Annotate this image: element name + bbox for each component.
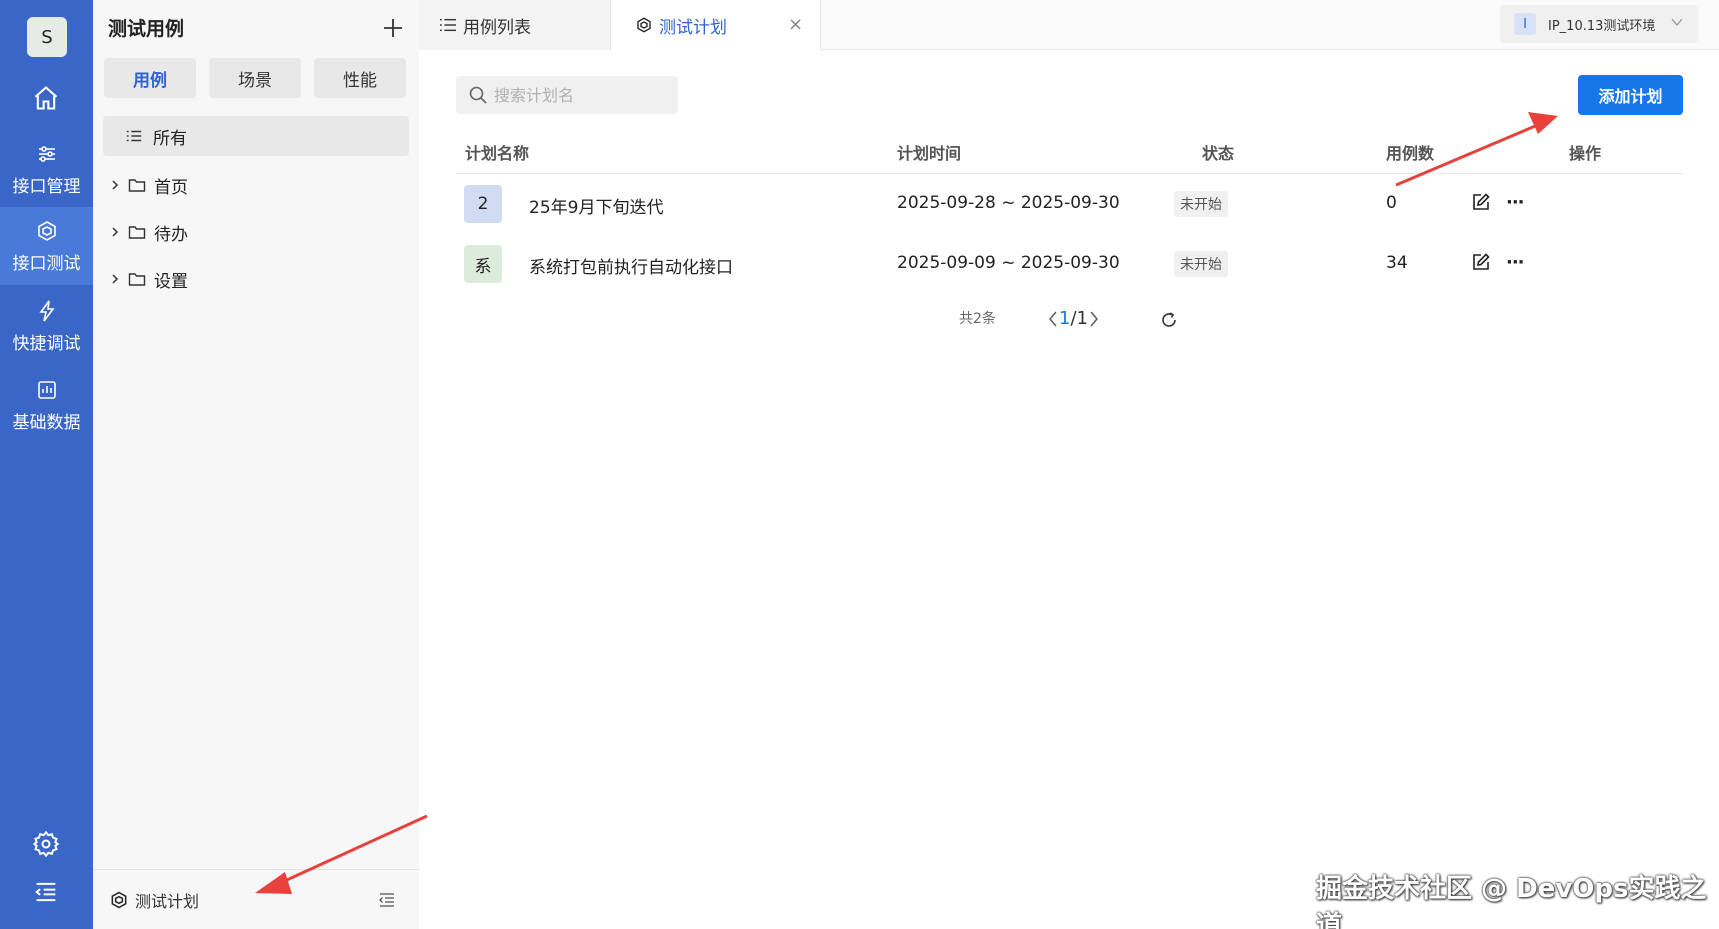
test-plan-entry[interactable]: 测试计划 [93,869,419,929]
case-tree-panel: 测试用例 用例 场景 性能 所有 首页 待办 设置 测试计划 [93,0,419,929]
segment-cases[interactable]: 用例 [104,58,196,98]
nav-api-management[interactable]: 接口管理 [0,130,93,208]
chevron-down-icon [1671,18,1683,27]
avatar[interactable]: S [27,17,67,57]
chevron-right-icon[interactable] [110,272,120,286]
segment-scenes[interactable]: 场景 [209,58,301,98]
tree-folder[interactable]: 待办 [110,217,188,247]
pager-current: 1 [1059,308,1071,329]
segment-performance[interactable]: 性能 [314,58,406,98]
column-header: 计划时间 [897,144,962,163]
sliders-icon [38,145,55,162]
tab-label: 用例列表 [463,17,531,38]
tree-folder-label: 首页 [154,177,188,198]
home-icon[interactable] [32,84,60,112]
table-row[interactable]: 系 系统打包前执行自动化接口 2025-09-09 ~ 2025-09-30 未… [456,235,1683,293]
plan-badge: 系 [464,245,502,283]
tree-item-label: 所有 [153,128,187,149]
nav-rail: S 接口管理 接口测试 快捷调试 基础数据 [0,0,93,929]
plan-time: 2025-09-28 ~ 2025-09-30 [897,193,1120,213]
plan-time: 2025-09-09 ~ 2025-09-30 [897,253,1120,273]
table-row[interactable]: 2 25年9月下旬迭代 2025-09-28 ~ 2025-09-30 未开始 … [456,175,1683,233]
env-label: IP_10.13测试环境 [1548,18,1656,34]
nav-quick-debug[interactable]: 快捷调试 [0,287,93,365]
watermark: 掘金技术社区 @ DevOps实践之道 [1316,874,1707,929]
chevron-left-icon[interactable] [1047,310,1059,328]
plus-icon[interactable] [381,16,405,40]
chart-icon [37,380,56,399]
search-icon [469,86,487,104]
refresh-icon[interactable] [1160,311,1178,329]
test-plan-label: 测试计划 [135,891,200,911]
tab-label: 测试计划 [659,17,727,38]
tree-folder[interactable]: 首页 [110,170,188,200]
nav-base-data[interactable]: 基础数据 [0,366,93,444]
divider [456,173,1683,174]
nav-api-testing[interactable]: 接口测试 [0,207,93,285]
pager: 1 / 1 [1047,308,1100,329]
cube-icon [111,891,127,908]
list-icon [126,130,142,142]
lightning-icon [38,300,55,321]
gear-icon[interactable] [32,830,60,858]
tab-case-list[interactable]: 用例列表 [419,0,611,50]
tree-folder[interactable]: 设置 [110,264,188,294]
plan-name[interactable]: 25年9月下旬迭代 [529,193,663,218]
chevron-right-icon[interactable] [110,178,120,192]
collapse-panel-icon[interactable] [378,892,396,908]
tree-item-all[interactable]: 所有 [103,116,409,156]
search-input[interactable] [494,85,664,105]
cube-icon [37,220,56,241]
nav-label: 接口管理 [12,176,81,197]
chevron-right-icon[interactable] [110,225,120,239]
folder-icon [128,226,146,239]
search-box[interactable] [456,76,678,114]
more-icon[interactable]: ··· [1506,252,1524,273]
edit-icon[interactable] [1472,253,1490,271]
nav-label: 基础数据 [12,412,81,433]
case-count: 0 [1386,193,1397,213]
tab-test-plan[interactable]: 测试计划 × [611,0,821,50]
tree-folder-label: 待办 [154,224,188,245]
plan-name[interactable]: 系统打包前执行自动化接口 [529,253,733,278]
folder-icon [128,179,146,192]
column-header: 状态 [1202,144,1235,163]
chevron-right-icon[interactable] [1088,310,1100,328]
status-badge: 未开始 [1174,251,1228,277]
case-count: 34 [1386,253,1408,273]
pager-pages: 1 [1076,308,1088,329]
nav-label: 接口测试 [12,253,81,274]
main-content: 用例列表 测试计划 × I IP_10.13测试环境 添加计划 计划名称 计划时… [419,0,1719,929]
nav-label: 快捷调试 [12,333,81,354]
close-icon[interactable]: × [788,14,803,35]
tree-folder-label: 设置 [154,271,188,292]
add-plan-button[interactable]: 添加计划 [1578,75,1683,115]
column-header: 操作 [1569,144,1602,163]
pager-total: 共2条 [959,311,996,327]
env-badge: I [1514,13,1536,35]
status-badge: 未开始 [1174,191,1228,217]
list-icon [440,18,456,32]
cube-icon [637,17,651,33]
environment-select[interactable]: I IP_10.13测试环境 [1500,5,1698,43]
folder-icon [128,273,146,286]
tab-bar: 用例列表 测试计划 × I IP_10.13测试环境 [419,0,1719,50]
plan-badge: 2 [464,185,502,223]
panel-title: 测试用例 [108,18,185,40]
edit-icon[interactable] [1472,193,1490,211]
menu-collapse-icon[interactable] [32,878,60,906]
column-header: 计划名称 [465,144,530,163]
more-icon[interactable]: ··· [1506,192,1524,213]
column-header: 用例数 [1386,144,1435,163]
